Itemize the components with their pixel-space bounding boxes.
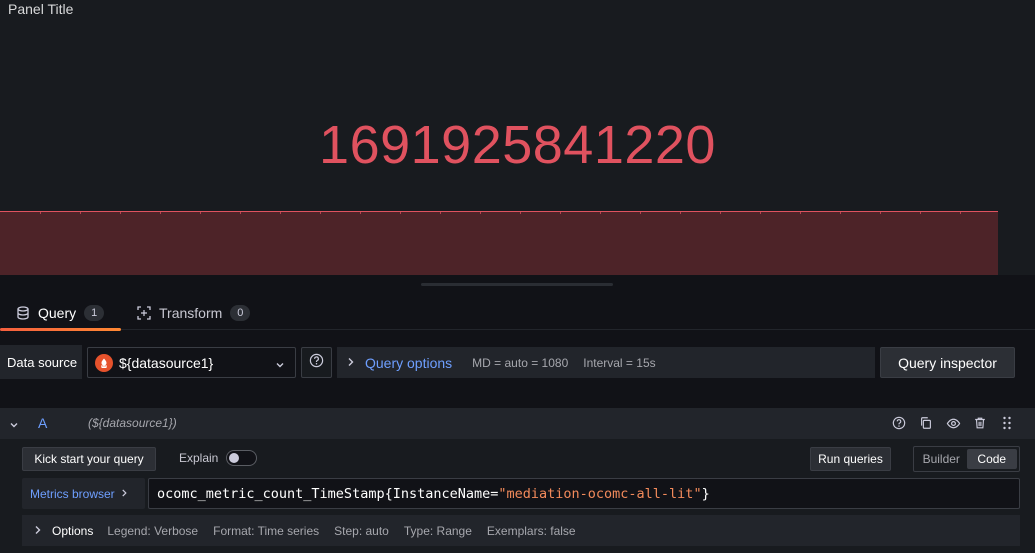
tab-query-label: Query (38, 305, 77, 321)
sparkline-tick (680, 211, 681, 214)
datasource-row: Data source ${datasource1} Query options… (0, 345, 1035, 379)
sparkline-tick (120, 211, 121, 214)
sparkline-tick (760, 211, 761, 214)
chevron-right-icon (34, 524, 42, 538)
eye-icon[interactable] (945, 415, 961, 431)
query-options-row[interactable]: Options Legend: Verbose Format: Time ser… (22, 515, 1020, 546)
sparkline-tick (840, 211, 841, 214)
option-step: Step: auto (334, 523, 389, 538)
query-metric: ocomc_metric_count_TimeStamp{InstanceNam… (157, 485, 499, 502)
sparkline-tick (800, 211, 801, 214)
options-title: Options (52, 523, 94, 538)
sparkline-tick (320, 211, 321, 214)
copy-icon[interactable] (918, 415, 934, 431)
tab-query-count: 1 (84, 305, 105, 321)
sparkline-tick (880, 211, 881, 214)
query-ref-id[interactable]: A (38, 415, 47, 431)
option-format: Format: Time series (213, 523, 320, 538)
sparkline-tick (520, 211, 521, 214)
chevron-right-icon (121, 487, 128, 501)
tab-transform-count: 0 (230, 305, 251, 321)
sparkline-tick (720, 211, 721, 214)
kick-start-button[interactable]: Kick start your query (22, 447, 156, 471)
question-circle-icon[interactable] (891, 415, 907, 431)
editor-mode-switch: Builder Code (913, 446, 1020, 472)
tab-transform[interactable]: Transform 0 (137, 296, 251, 330)
query-label-value: "mediation-ocomc-all-lit" (498, 485, 702, 502)
panel-title[interactable]: Panel Title (8, 1, 73, 17)
sparkline-tick (280, 211, 281, 214)
sparkline-tick (40, 211, 41, 214)
promql-query-input[interactable]: ocomc_metric_count_TimeStamp{InstanceNam… (148, 478, 1020, 509)
transform-icon (137, 306, 151, 320)
sparkline-tick (480, 211, 481, 214)
chevron-right-icon (347, 356, 355, 370)
datasource-help-button[interactable] (301, 347, 332, 378)
query-options-interval: Interval = 15s (583, 355, 656, 370)
explain-label: Explain (179, 451, 219, 465)
datasource-picker[interactable]: ${datasource1} (87, 347, 296, 378)
tab-transform-label: Transform (159, 305, 223, 321)
splitter-handle[interactable] (421, 283, 613, 286)
sparkline-ticks (0, 211, 998, 215)
query-row-header[interactable]: A (${datasource1}) (0, 408, 1035, 439)
query-options-toggle[interactable]: Query options MD = auto = 1080 Interval … (337, 347, 875, 378)
panel-splitter[interactable] (0, 275, 1035, 295)
sparkline-tick (440, 211, 441, 214)
sparkline-tick (80, 211, 81, 214)
option-legend: Legend: Verbose (107, 523, 199, 538)
trash-icon[interactable] (972, 415, 988, 431)
prometheus-icon (95, 353, 113, 372)
metrics-browser-label: Metrics browser (30, 486, 115, 501)
mode-builder[interactable]: Builder (916, 449, 967, 469)
query-datasource-name: (${datasource1}) (88, 416, 177, 430)
sparkline-tick (560, 211, 561, 214)
tab-query[interactable]: Query 1 (0, 296, 121, 331)
database-icon (16, 306, 30, 320)
sparkline-tick (920, 211, 921, 214)
query-options-title: Query options (365, 354, 453, 371)
sparkline-tick (400, 211, 401, 214)
question-circle-icon (309, 353, 324, 373)
datasource-selected: ${datasource1} (119, 354, 214, 371)
mode-code[interactable]: Code (966, 449, 1017, 469)
editor-tabs: Query 1 Transform 0 (0, 296, 1035, 331)
query-editor: Kick start your query Explain Run querie… (0, 439, 1035, 553)
query-inspector-button[interactable]: Query inspector (880, 347, 1015, 378)
sparkline-tick (600, 211, 601, 214)
metrics-browser-button[interactable]: Metrics browser (22, 478, 145, 509)
sparkline-tick (160, 211, 161, 214)
query-close-brace: } (701, 485, 710, 502)
sparkline-area (0, 211, 998, 275)
collapse-chevron-icon[interactable] (9, 417, 19, 435)
sparkline-tick (960, 211, 961, 214)
sparkline-tick (240, 211, 241, 214)
sparkline-tick (640, 211, 641, 214)
query-row-actions (891, 415, 1015, 431)
run-queries-button[interactable]: Run queries (810, 447, 891, 471)
stat-panel: Panel Title 1691925841220 (0, 0, 1035, 275)
option-exemplars: Exemplars: false (486, 523, 576, 538)
explain-toggle[interactable] (226, 450, 257, 466)
datasource-label: Data source (0, 345, 82, 379)
stat-value: 1691925841220 (319, 115, 716, 175)
drag-handle-icon[interactable] (999, 415, 1015, 431)
chevron-down-icon (275, 357, 285, 373)
sparkline-tick (200, 211, 201, 214)
sparkline-tick (360, 211, 361, 214)
query-options-md: MD = auto = 1080 (472, 355, 569, 370)
option-type: Type: Range (403, 523, 472, 538)
